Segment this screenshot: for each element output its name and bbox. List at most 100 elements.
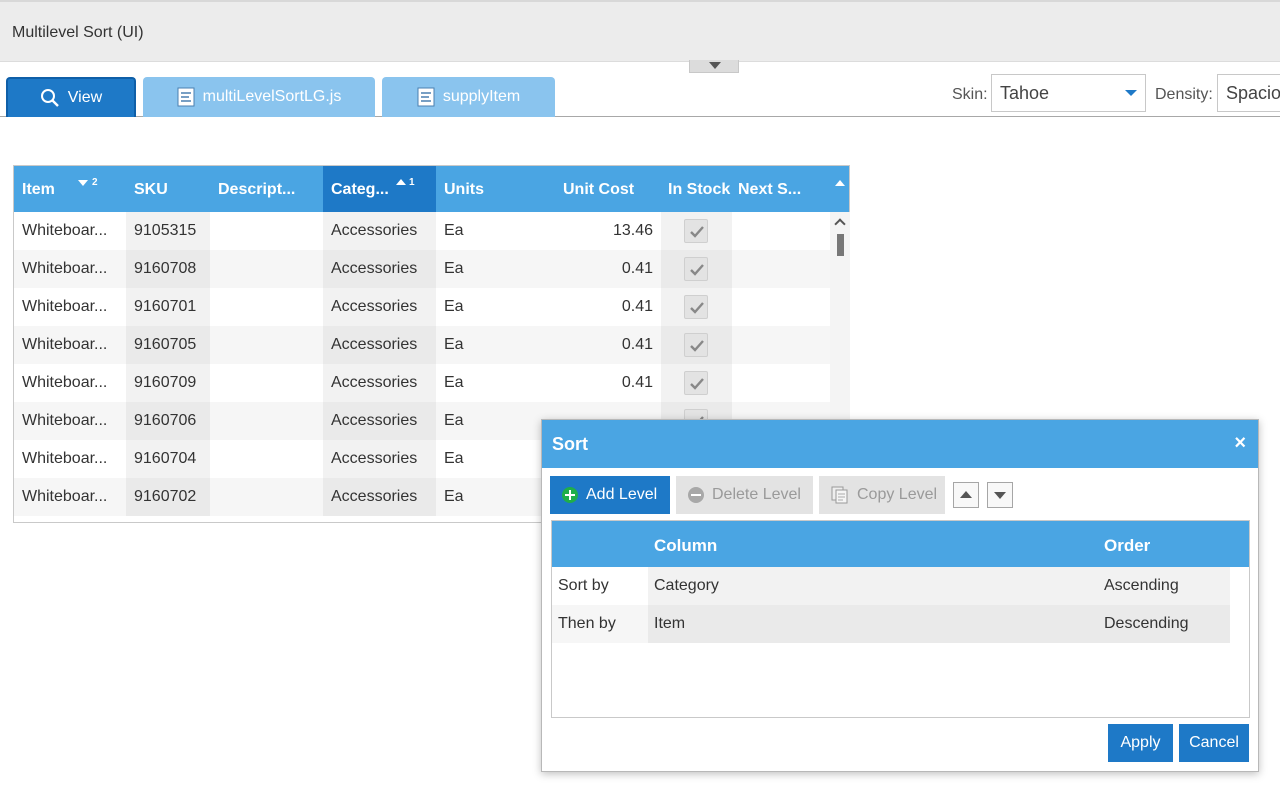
cell-description[interactable]	[210, 364, 323, 402]
delete-level-button[interactable]: Delete Level	[676, 476, 813, 514]
sort-level-row[interactable]: Then by Item Descending	[552, 605, 1230, 643]
cell-item[interactable]: Whiteboar...	[14, 440, 126, 478]
cell-sku[interactable]: 9160706	[126, 402, 210, 440]
cancel-button[interactable]: Cancel	[1179, 724, 1249, 762]
cell-item[interactable]: Whiteboar...	[14, 478, 126, 516]
tab-view[interactable]: View	[6, 77, 136, 117]
cell-in-stock[interactable]	[661, 250, 732, 288]
move-level-up-button[interactable]	[953, 482, 979, 508]
column-header-order[interactable]: Order	[1104, 521, 1150, 567]
cell-category[interactable]: Accessories	[323, 402, 436, 440]
scroll-up-arrow-icon[interactable]	[834, 218, 846, 230]
cell-sku[interactable]: 9105315	[126, 212, 210, 250]
cell-unit-cost[interactable]: 0.41	[548, 250, 661, 288]
scrollbar-thumb[interactable]	[837, 234, 844, 256]
cell-next-shipment[interactable]	[732, 288, 831, 326]
sort-level-order[interactable]: Descending	[1098, 605, 1230, 643]
density-select[interactable]: Spacious	[1217, 74, 1280, 112]
cell-item[interactable]: Whiteboar...	[14, 288, 126, 326]
cell-category[interactable]: Accessories	[323, 250, 436, 288]
table-row[interactable]: Whiteboar... 9160708 Accessories Ea 0.41	[14, 250, 831, 288]
cell-next-shipment[interactable]	[732, 212, 831, 250]
cell-item[interactable]: Whiteboar...	[14, 212, 126, 250]
add-level-button[interactable]: Add Level	[550, 476, 670, 514]
close-icon[interactable]: ×	[1234, 433, 1246, 453]
column-label: Categ...	[331, 181, 389, 198]
column-header-category[interactable]: Categ... 1	[323, 166, 436, 212]
table-row[interactable]: Whiteboar... 9160701 Accessories Ea 0.41	[14, 288, 831, 326]
cell-category[interactable]: Accessories	[323, 326, 436, 364]
sort-level-label[interactable]: Then by	[552, 605, 648, 643]
sort-level-column[interactable]: Category	[648, 567, 1098, 605]
cell-in-stock[interactable]	[661, 326, 732, 364]
cell-next-shipment[interactable]	[732, 250, 831, 288]
column-header-item[interactable]: Item 2	[14, 166, 126, 212]
copy-level-button[interactable]: Copy Level	[819, 476, 945, 514]
cell-unit-cost[interactable]: 13.46	[548, 212, 661, 250]
cell-category[interactable]: Accessories	[323, 364, 436, 402]
scroll-up-icon[interactable]	[835, 180, 845, 186]
cell-item[interactable]: Whiteboar...	[14, 326, 126, 364]
cell-category[interactable]: Accessories	[323, 440, 436, 478]
sort-level-row[interactable]: Sort by Category Ascending	[552, 567, 1230, 605]
cell-item[interactable]: Whiteboar...	[14, 364, 126, 402]
cell-units[interactable]: Ea	[436, 440, 548, 478]
cell-units[interactable]: Ea	[436, 250, 548, 288]
cell-units[interactable]: Ea	[436, 478, 548, 516]
cell-units[interactable]: Ea	[436, 402, 548, 440]
cell-sku[interactable]: 9160702	[126, 478, 210, 516]
plus-circle-icon	[562, 487, 578, 503]
column-header-sku[interactable]: SKU	[126, 166, 210, 212]
document-icon	[417, 87, 435, 107]
move-level-down-button[interactable]	[987, 482, 1013, 508]
column-header-column[interactable]: Column	[654, 521, 717, 567]
cell-sku[interactable]: 9160709	[126, 364, 210, 402]
column-header-next-shipment[interactable]: Next S...	[732, 166, 831, 212]
tab-supplyitem[interactable]: supplyItem	[382, 77, 555, 117]
apply-button[interactable]: Apply	[1108, 724, 1173, 762]
cell-description[interactable]	[210, 326, 323, 364]
cell-sku[interactable]: 9160701	[126, 288, 210, 326]
cell-sku[interactable]: 9160704	[126, 440, 210, 478]
cell-units[interactable]: Ea	[436, 326, 548, 364]
cell-unit-cost[interactable]: 0.41	[548, 364, 661, 402]
column-header-in-stock[interactable]: In Stock	[661, 166, 732, 212]
cell-next-shipment[interactable]	[732, 364, 831, 402]
column-header-units[interactable]: Units	[436, 166, 548, 212]
column-header-unit-cost[interactable]: Unit Cost	[548, 166, 661, 212]
sort-descending-icon	[78, 180, 88, 186]
sort-level-column[interactable]: Item	[648, 605, 1098, 643]
cell-description[interactable]	[210, 288, 323, 326]
cell-description[interactable]	[210, 250, 323, 288]
column-header-description[interactable]: Descript...	[210, 166, 323, 212]
cell-sku[interactable]: 9160705	[126, 326, 210, 364]
cell-description[interactable]	[210, 440, 323, 478]
cell-description[interactable]	[210, 212, 323, 250]
cell-sku[interactable]: 9160708	[126, 250, 210, 288]
cell-in-stock[interactable]	[661, 288, 732, 326]
cell-description[interactable]	[210, 478, 323, 516]
checkmark-icon	[690, 378, 704, 390]
table-row[interactable]: Whiteboar... 9105315 Accessories Ea 13.46	[14, 212, 831, 250]
cell-units[interactable]: Ea	[436, 364, 548, 402]
cell-unit-cost[interactable]: 0.41	[548, 288, 661, 326]
table-row[interactable]: Whiteboar... 9160705 Accessories Ea 0.41	[14, 326, 831, 364]
sort-level-label[interactable]: Sort by	[552, 567, 648, 605]
skin-label: Skin:	[952, 86, 988, 103]
cell-item[interactable]: Whiteboar...	[14, 250, 126, 288]
cell-unit-cost[interactable]: 0.41	[548, 326, 661, 364]
cell-in-stock[interactable]	[661, 364, 732, 402]
cell-units[interactable]: Ea	[436, 288, 548, 326]
cell-category[interactable]: Accessories	[323, 288, 436, 326]
cell-category[interactable]: Accessories	[323, 478, 436, 516]
cell-in-stock[interactable]	[661, 212, 732, 250]
cell-next-shipment[interactable]	[732, 326, 831, 364]
table-row[interactable]: Whiteboar... 9160709 Accessories Ea 0.41	[14, 364, 831, 402]
tab-multilevelsortlg-js[interactable]: multiLevelSortLG.js	[143, 77, 375, 117]
cell-category[interactable]: Accessories	[323, 212, 436, 250]
skin-select[interactable]: Tahoe	[991, 74, 1146, 112]
sort-level-order[interactable]: Ascending	[1098, 567, 1230, 605]
cell-item[interactable]: Whiteboar...	[14, 402, 126, 440]
cell-description[interactable]	[210, 402, 323, 440]
cell-units[interactable]: Ea	[436, 212, 548, 250]
